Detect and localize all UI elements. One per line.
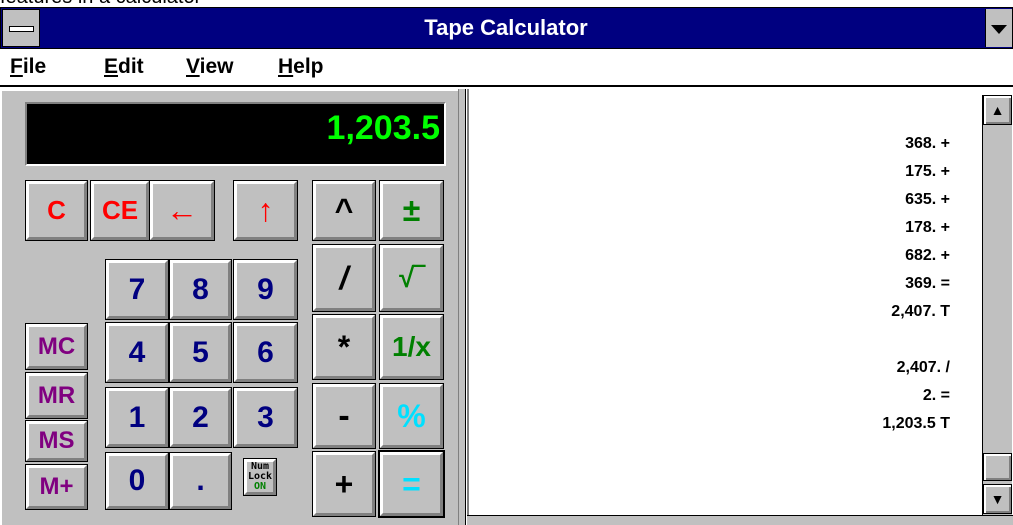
tape-list: 368. + 175. + 635. + 178. + 682. + 369. …	[480, 95, 950, 515]
plus-minus-button[interactable]: ±	[379, 180, 444, 241]
title-bar: Tape Calculator	[0, 7, 1013, 49]
multiply-button[interactable]: *	[312, 314, 376, 380]
minus-button[interactable]: -	[312, 383, 376, 449]
memory-add-button[interactable]: M+	[25, 464, 88, 510]
menu-edit-label: dit	[118, 55, 144, 78]
memory-recall-button[interactable]: MR	[25, 372, 88, 419]
display-value: 1,203.5	[326, 109, 440, 147]
scroll-thumb[interactable]	[983, 453, 1012, 481]
menu-help[interactable]: Help	[278, 49, 324, 85]
tape-line: 178. +	[905, 219, 950, 236]
backspace-button[interactable]: ←	[149, 180, 215, 241]
reciprocal-button[interactable]: 1/x	[379, 314, 444, 380]
tape-line: 368. +	[905, 135, 950, 152]
digit-9-button[interactable]: 9	[233, 259, 298, 320]
numlock-cell: Num Lock ON	[234, 453, 297, 509]
digit-5-button[interactable]: 5	[169, 322, 232, 383]
left-arrow-icon: ←	[166, 192, 198, 228]
down-triangle-icon	[991, 25, 1007, 34]
numlock-indicator[interactable]: Num Lock ON	[243, 458, 277, 496]
up-arrow-icon: ▲	[990, 102, 1005, 118]
tape-line: 2,407. T	[891, 303, 950, 320]
digit-0-button[interactable]: 0	[105, 452, 169, 510]
numlock-label-on: ON	[253, 481, 267, 492]
tape-line: 175. +	[905, 163, 950, 180]
digit-8-button[interactable]: 8	[169, 259, 232, 320]
divide-button[interactable]: /	[312, 244, 376, 312]
tape-line: 1,203.5 T	[882, 415, 950, 432]
menu-file[interactable]: File	[10, 49, 46, 85]
decimal-button[interactable]: .	[169, 452, 232, 510]
digit-6-button[interactable]: 6	[233, 322, 298, 383]
tape-line: 369. =	[905, 275, 950, 292]
minimize-button[interactable]	[985, 9, 1012, 47]
tape-scrollbar[interactable]: ▲ ▼	[982, 95, 1012, 515]
menu-help-accel: H	[278, 55, 294, 78]
window-title: Tape Calculator	[424, 15, 588, 40]
menu-view-accel: V	[186, 55, 200, 78]
menu-file-accel: F	[10, 55, 23, 78]
power-button[interactable]: ^	[312, 180, 376, 241]
menu-bar: File Edit View Help	[0, 49, 1013, 87]
plus-button[interactable]: +	[312, 451, 376, 517]
equals-button[interactable]: =	[378, 450, 445, 518]
memory-store-button[interactable]: MS	[25, 420, 88, 462]
up-arrow-icon: ↑	[257, 192, 274, 228]
digit-1-button[interactable]: 1	[105, 387, 169, 448]
tape-line: 2,407. /	[896, 359, 950, 376]
digit-2-button[interactable]: 2	[169, 387, 232, 448]
calculator-display: 1,203.5	[25, 102, 446, 166]
sqrt-icon: √‾	[399, 262, 424, 293]
digit-3-button[interactable]: 3	[233, 387, 298, 448]
tape-bottom-edge	[467, 515, 1013, 525]
scroll-down-button[interactable]: ▼	[983, 484, 1012, 514]
tape-line: 682. +	[905, 247, 950, 264]
memory-clear-button[interactable]: MC	[25, 323, 88, 370]
digit-4-button[interactable]: 4	[105, 322, 169, 383]
menu-view[interactable]: View	[186, 49, 234, 85]
sqrt-button[interactable]: √‾	[379, 244, 444, 312]
tape-line: 2. =	[922, 387, 950, 404]
menu-edit[interactable]: Edit	[104, 49, 144, 85]
tape-line: 635. +	[905, 191, 950, 208]
up-button[interactable]: ↑	[233, 180, 298, 241]
menu-view-label: iew	[199, 55, 234, 78]
clear-button[interactable]: C	[25, 180, 88, 241]
menu-help-label: elp	[293, 55, 324, 78]
digit-7-button[interactable]: 7	[105, 259, 169, 320]
scroll-up-button[interactable]: ▲	[983, 95, 1012, 125]
clear-entry-button[interactable]: CE	[90, 180, 150, 241]
system-menu-button[interactable]	[2, 9, 40, 47]
menu-file-label: ile	[22, 55, 47, 78]
menu-edit-accel: E	[104, 55, 119, 78]
percent-button[interactable]: %	[379, 383, 444, 449]
down-arrow-icon: ▼	[990, 491, 1005, 507]
system-menu-icon	[9, 26, 34, 32]
pane-splitter[interactable]	[458, 89, 466, 525]
